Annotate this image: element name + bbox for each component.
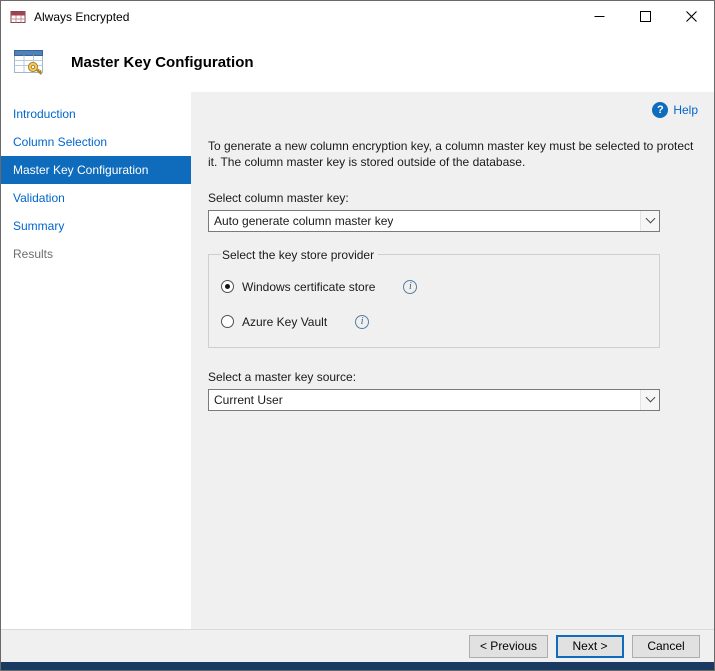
sidebar-item-results: Results [1,240,191,268]
radio-windows-certificate-store-label: Windows certificate store [242,280,375,294]
column-master-key-label: Select column master key: [208,191,698,205]
close-button[interactable] [668,1,714,32]
bottom-accent-strip [1,662,714,670]
cancel-button[interactable]: Cancel [632,635,700,658]
description-text: To generate a new column encryption key,… [208,139,698,171]
close-icon [686,11,697,22]
chevron-down-icon[interactable] [640,211,659,231]
window-title: Always Encrypted [34,10,129,24]
master-key-source-dropdown[interactable]: Current User [208,389,660,411]
help-icon[interactable]: ? [652,102,668,118]
info-icon[interactable]: i [355,315,369,329]
wizard-steps-sidebar: Introduction Column Selection Master Key… [1,92,191,629]
key-store-provider-group: Select the key store provider Windows ce… [208,248,660,348]
maximize-icon [640,11,651,22]
previous-button[interactable]: < Previous [469,635,548,658]
window-controls [576,1,714,32]
help-row: ? Help [208,102,698,118]
sidebar-item-validation[interactable]: Validation [1,184,191,212]
sidebar-item-summary[interactable]: Summary [1,212,191,240]
minimize-icon [594,11,605,22]
master-key-source-label: Select a master key source: [208,370,698,384]
sidebar-item-column-selection[interactable]: Column Selection [1,128,191,156]
radio-azure-key-vault-label: Azure Key Vault [242,315,327,329]
page-title: Master Key Configuration [71,54,254,71]
master-key-table-icon [13,46,45,78]
sidebar-item-master-key-configuration[interactable]: Master Key Configuration [1,156,191,184]
column-master-key-value: Auto generate column master key [214,214,393,228]
minimize-button[interactable] [576,1,622,32]
footer-button-bar: < Previous Next > Cancel [1,629,714,662]
master-key-source-value: Current User [214,393,283,407]
app-icon [10,9,26,25]
main-content: ? Help To generate a new column encrypti… [191,92,714,629]
info-icon[interactable]: i [403,280,417,294]
wizard-header: Master Key Configuration [1,32,714,92]
column-master-key-dropdown[interactable]: Auto generate column master key [208,210,660,232]
always-encrypted-wizard-window: Always Encrypted Master Key Conf [0,0,715,671]
sidebar-item-introduction[interactable]: Introduction [1,100,191,128]
key-store-provider-group-label: Select the key store provider [221,248,378,262]
help-link[interactable]: Help [673,103,698,117]
titlebar[interactable]: Always Encrypted [1,1,714,32]
maximize-button[interactable] [622,1,668,32]
radio-selected-icon[interactable] [221,280,234,293]
wizard-body: Introduction Column Selection Master Key… [1,92,714,629]
radio-azure-key-vault[interactable]: Azure Key Vault i [221,315,647,329]
radio-windows-certificate-store[interactable]: Windows certificate store i [221,280,647,294]
next-button[interactable]: Next > [556,635,624,658]
chevron-down-icon[interactable] [640,390,659,410]
radio-unselected-icon[interactable] [221,315,234,328]
